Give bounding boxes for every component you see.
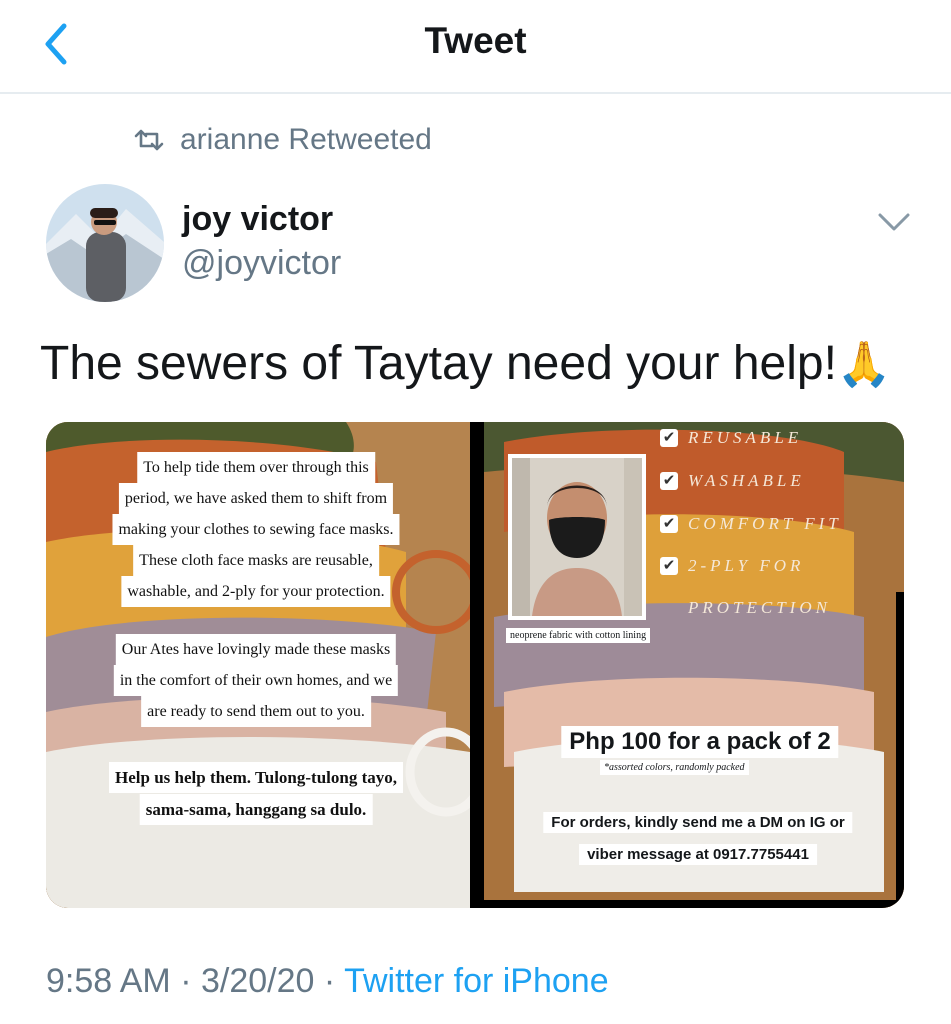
feature-comfort-fit: ✔ COMFORT FIT <box>660 514 842 534</box>
price-label: Php 100 for a pack of 2 <box>561 726 839 758</box>
author-name[interactable]: joy victor <box>182 200 333 239</box>
page-title: Tweet <box>424 20 527 61</box>
caption-line: period, we have asked them to shift from <box>118 483 394 514</box>
caption-line: These cloth face masks are reusable, <box>133 545 379 576</box>
separator: · <box>180 962 192 1000</box>
checkbox-icon: ✔ <box>660 429 678 447</box>
orders-line: viber message at 0917.7755441 <box>579 844 817 865</box>
caption-line: sama-sama, hanggang sa dulo. <box>139 794 373 825</box>
caption-line: making your clothes to sewing face masks… <box>112 514 400 545</box>
retweet-icon <box>134 129 164 151</box>
model-photo <box>508 454 646 620</box>
caption-line: washable, and 2-ply for your protection. <box>121 576 391 607</box>
media-image-right[interactable]: neoprene fabric with cotton lining ✔ REU… <box>484 422 904 908</box>
author-handle[interactable]: @joyvictor <box>182 244 341 283</box>
media-image-left[interactable]: To help tide them over through this peri… <box>46 422 470 908</box>
praying-hands-emoji: 🙏 <box>836 340 892 389</box>
checkbox-icon: ✔ <box>660 472 678 490</box>
price-note: *assorted colors, randomly packed <box>600 760 749 775</box>
avatar-photo <box>46 184 164 302</box>
feature-protection: PROTECTION <box>688 598 831 617</box>
caption-line: To help tide them over through this <box>137 452 375 483</box>
tweet-body: The sewers of Taytay need your help! <box>40 337 837 390</box>
avatar[interactable] <box>46 184 164 302</box>
feature-reusable: ✔ REUSABLE <box>660 428 802 448</box>
retweet-text: arianne Retweeted <box>180 123 432 156</box>
tweet-media[interactable]: To help tide them over through this peri… <box>46 422 904 908</box>
tweet-time: 9:58 AM <box>46 962 171 1000</box>
retweet-indicator: arianne Retweeted <box>132 120 432 160</box>
tweet-meta: 9:58 AM · 3/20/20 · Twitter for iPhone <box>46 962 609 1001</box>
caption-line: in the comfort of their own homes, and w… <box>113 665 399 696</box>
caption-line: are ready to send them out to you. <box>141 696 371 727</box>
tweet-date: 3/20/20 <box>200 962 315 1000</box>
caption-line: Help us help them. Tulong-tulong tayo, <box>109 762 403 793</box>
photo-caption: neoprene fabric with cotton lining <box>506 628 651 643</box>
feature-washable: ✔ WASHABLE <box>660 471 805 491</box>
feature-2-ply: ✔ 2-PLY FOR <box>660 556 804 576</box>
top-bar: Tweet <box>0 0 951 94</box>
orders-line: For orders, kindly send me a DM on IG or <box>543 812 853 833</box>
separator: · <box>323 962 336 1000</box>
chevron-down-icon[interactable] <box>876 210 912 234</box>
tweet-source-link[interactable]: Twitter for iPhone <box>344 962 609 1000</box>
checkbox-icon: ✔ <box>660 557 678 575</box>
caption-line: Our Ates have lovingly made these masks <box>115 634 397 665</box>
checkbox-icon: ✔ <box>660 515 678 533</box>
tweet-text: The sewers of Taytay need your help!🙏 <box>40 336 892 391</box>
